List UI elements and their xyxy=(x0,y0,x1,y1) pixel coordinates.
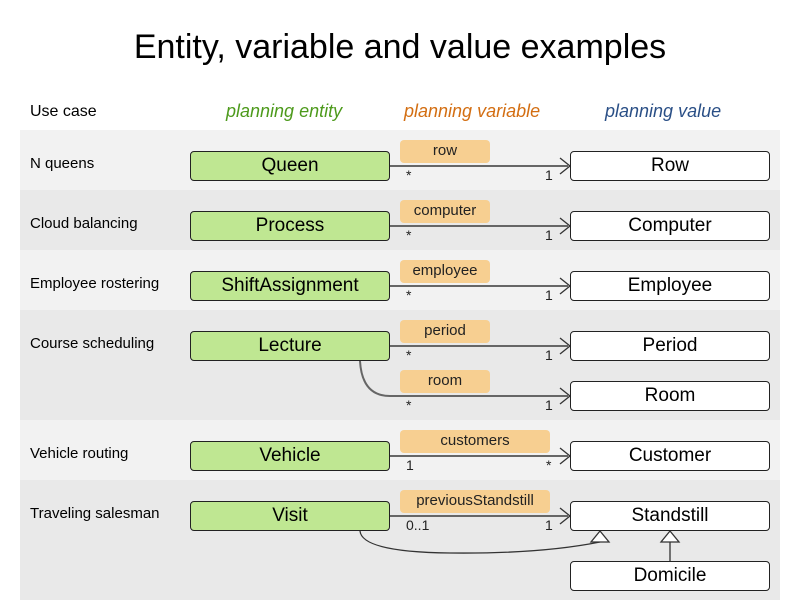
planning-entity-box: Queen xyxy=(190,151,390,181)
use-case-label: Course scheduling xyxy=(30,335,155,352)
planning-value-box: Standstill xyxy=(570,501,770,531)
planning-variable-label: previousStandstill xyxy=(400,490,550,513)
multiplicity-from: * xyxy=(406,227,412,243)
planning-entity-box: Vehicle xyxy=(190,441,390,471)
planning-variable-label: customers xyxy=(400,430,550,453)
multiplicity-from: 1 xyxy=(406,457,414,473)
use-case-label: Cloud balancing xyxy=(30,215,138,232)
multiplicity-to: 1 xyxy=(545,227,553,243)
inheritance-line xyxy=(359,530,601,554)
multiplicity-from: * xyxy=(406,287,412,303)
use-case-label: Employee rostering xyxy=(30,275,160,292)
planning-variable-label: computer xyxy=(400,200,490,223)
multiplicity-from: * xyxy=(406,397,412,413)
use-case-label: N queens xyxy=(30,155,95,172)
planning-value-box: Computer xyxy=(570,211,770,241)
planning-entity-box: ShiftAssignment xyxy=(190,271,390,301)
multiplicity-to: 1 xyxy=(545,167,553,183)
planning-value-box: Period xyxy=(570,331,770,361)
use-case-label: Traveling salesman xyxy=(30,505,160,522)
planning-entity-box: Lecture xyxy=(190,331,390,361)
multiplicity-to: 1 xyxy=(545,347,553,363)
planning-value-box: Row xyxy=(570,151,770,181)
planning-value-box: Employee xyxy=(570,271,770,301)
multiplicity-from: 0..1 xyxy=(406,517,430,533)
multiplicity-to: 1 xyxy=(545,517,553,533)
inheritance-triangle-icon xyxy=(589,529,611,543)
planning-value-box: Customer xyxy=(570,441,770,471)
planning-entity-box: Visit xyxy=(190,501,390,531)
planning-variable-label: row xyxy=(400,140,490,163)
multiplicity-from: * xyxy=(406,167,412,183)
multiplicity-from: * xyxy=(406,347,412,363)
multiplicity-to: 1 xyxy=(545,287,553,303)
planning-variable-label: employee xyxy=(400,260,490,283)
planning-variable-label: room xyxy=(400,370,490,393)
planning-entity-box: Process xyxy=(190,211,390,241)
multiplicity-to: * xyxy=(546,457,552,473)
use-case-label: Vehicle routing xyxy=(30,445,129,462)
subclass-value-box: Domicile xyxy=(570,561,770,591)
planning-value-box: Room xyxy=(570,381,770,411)
multiplicity-to: 1 xyxy=(545,397,553,413)
inheritance-triangle-icon xyxy=(659,529,681,543)
planning-variable-label: period xyxy=(400,320,490,343)
